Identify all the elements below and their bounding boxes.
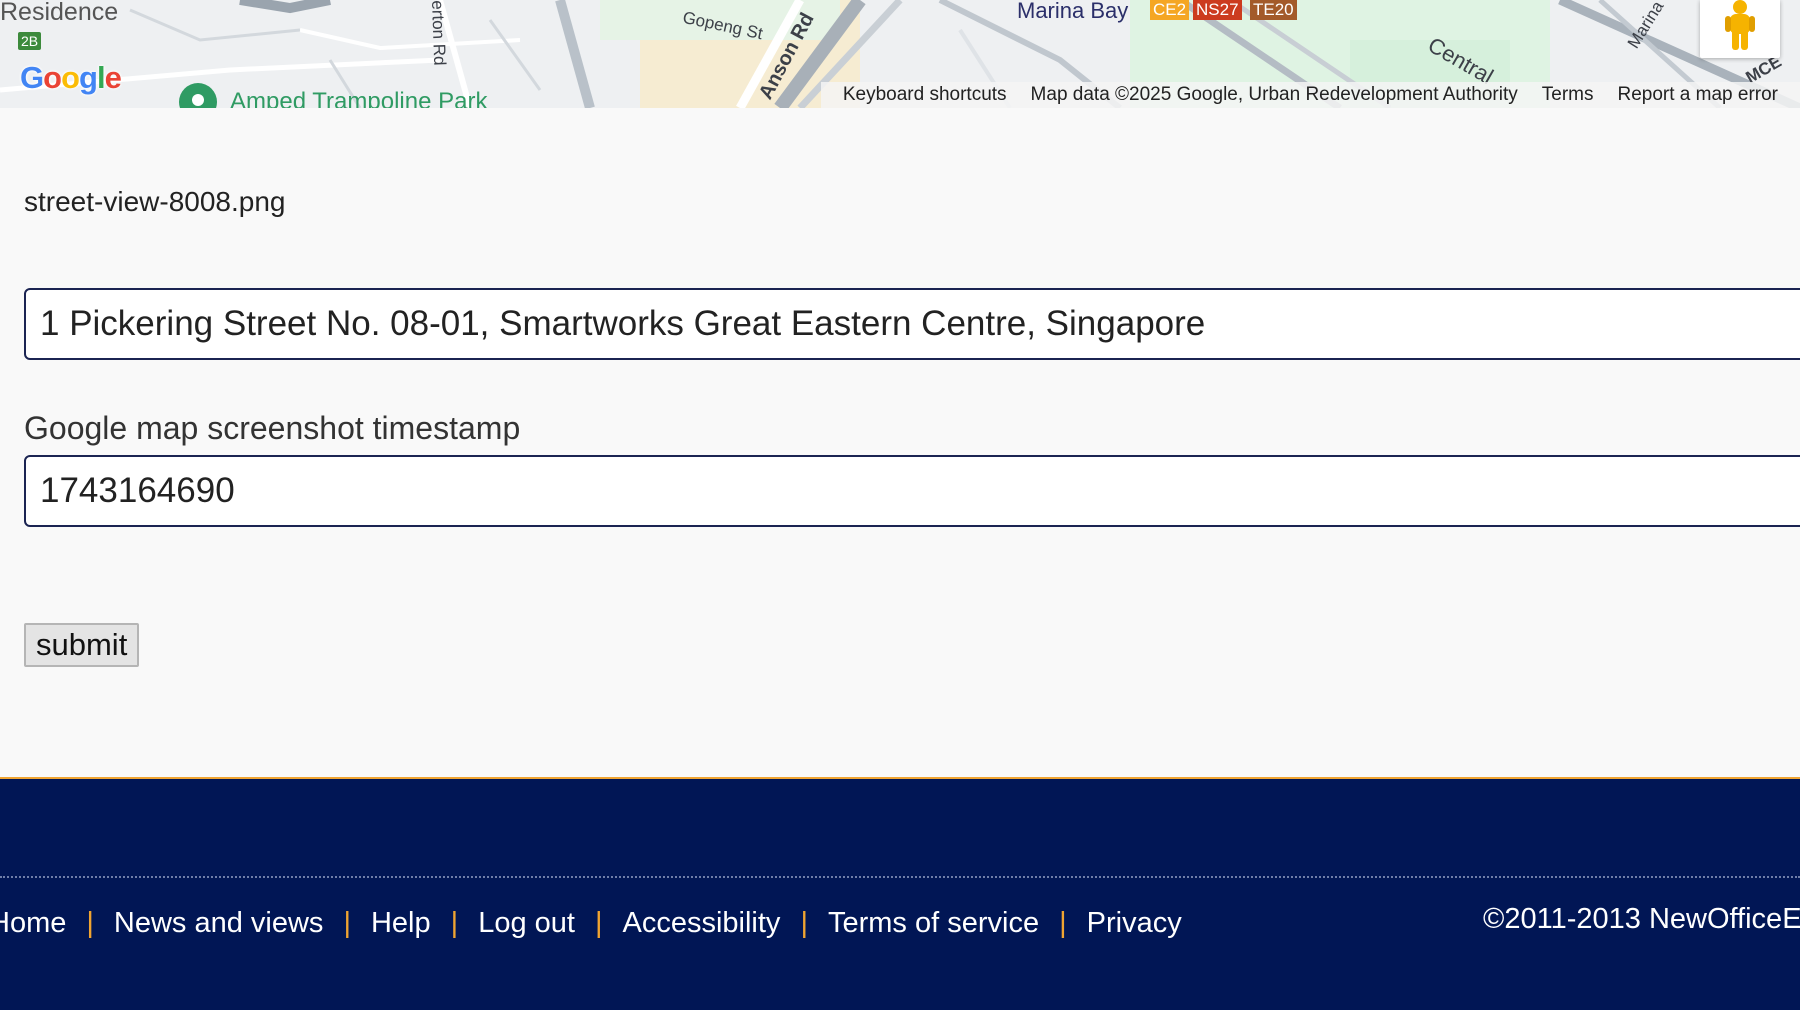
google-logo: Google — [20, 60, 122, 95]
map-label-residence: Residence — [0, 0, 119, 26]
footer-link-terms[interactable]: Terms of service — [828, 907, 1039, 940]
footer-separator: | — [1059, 907, 1067, 939]
copyright-text: ©2011-2013 NewOfficeEurope — [1483, 903, 1800, 935]
site-footer: Home | News and views | Help | Log out |… — [0, 777, 1800, 1010]
pegman-icon — [1722, 0, 1758, 57]
screenshot-filename: street-view-8008.png — [24, 186, 286, 217]
footer-link-news[interactable]: News and views — [114, 907, 324, 940]
map-label-road-erton: erton Rd — [428, 0, 450, 66]
footer-link-logout[interactable]: Log out — [478, 907, 575, 940]
footer-separator: | — [86, 907, 94, 939]
map-attribution-bar: Keyboard shortcuts Map data ©2025 Google… — [820, 82, 1800, 108]
footer-link-help[interactable]: Help — [371, 907, 431, 940]
footer-divider — [0, 876, 1800, 878]
map-label-marina-bay: Marina Bay — [1017, 0, 1129, 23]
map-view[interactable]: Residence 2B erton Rd Gopeng St Anson Rd… — [0, 0, 1800, 108]
map-exit-badge: 2B — [18, 32, 42, 50]
footer-separator: | — [343, 907, 351, 939]
report-map-error-link[interactable]: Report a map error — [1605, 84, 1790, 106]
timestamp-input[interactable] — [24, 455, 1800, 527]
keyboard-shortcuts-button[interactable]: Keyboard shortcuts — [831, 84, 1019, 106]
footer-link-home[interactable]: Home — [0, 907, 66, 940]
station-badge-ns27: NS27 — [1193, 0, 1242, 20]
terms-link[interactable]: Terms — [1530, 84, 1606, 106]
timestamp-label: Google map screenshot timestamp — [24, 410, 521, 446]
footer-separator: | — [594, 907, 603, 939]
address-input[interactable] — [24, 288, 1800, 360]
footer-separator: | — [450, 907, 459, 939]
station-badge-ce2: CE2 — [1150, 0, 1190, 20]
footer-separator: | — [800, 907, 808, 939]
map-label-poi[interactable]: Amped Trampoline Park — [230, 88, 487, 108]
footer-link-accessibility[interactable]: Accessibility — [623, 907, 781, 940]
pegman-button[interactable] — [1700, 0, 1780, 58]
station-badge-te20: TE20 — [1250, 0, 1297, 20]
submit-button[interactable]: submit — [24, 623, 140, 667]
footer-link-privacy[interactable]: Privacy — [1087, 907, 1182, 940]
footer-nav: Home | News and views | Help | Log out |… — [0, 907, 1182, 940]
poi-pin-icon[interactable] — [178, 82, 218, 108]
map-data-text: Map data ©2025 Google, Urban Redevelopme… — [1030, 84, 1518, 105]
form-area: street-view-8008.png Google map screensh… — [0, 108, 1800, 777]
